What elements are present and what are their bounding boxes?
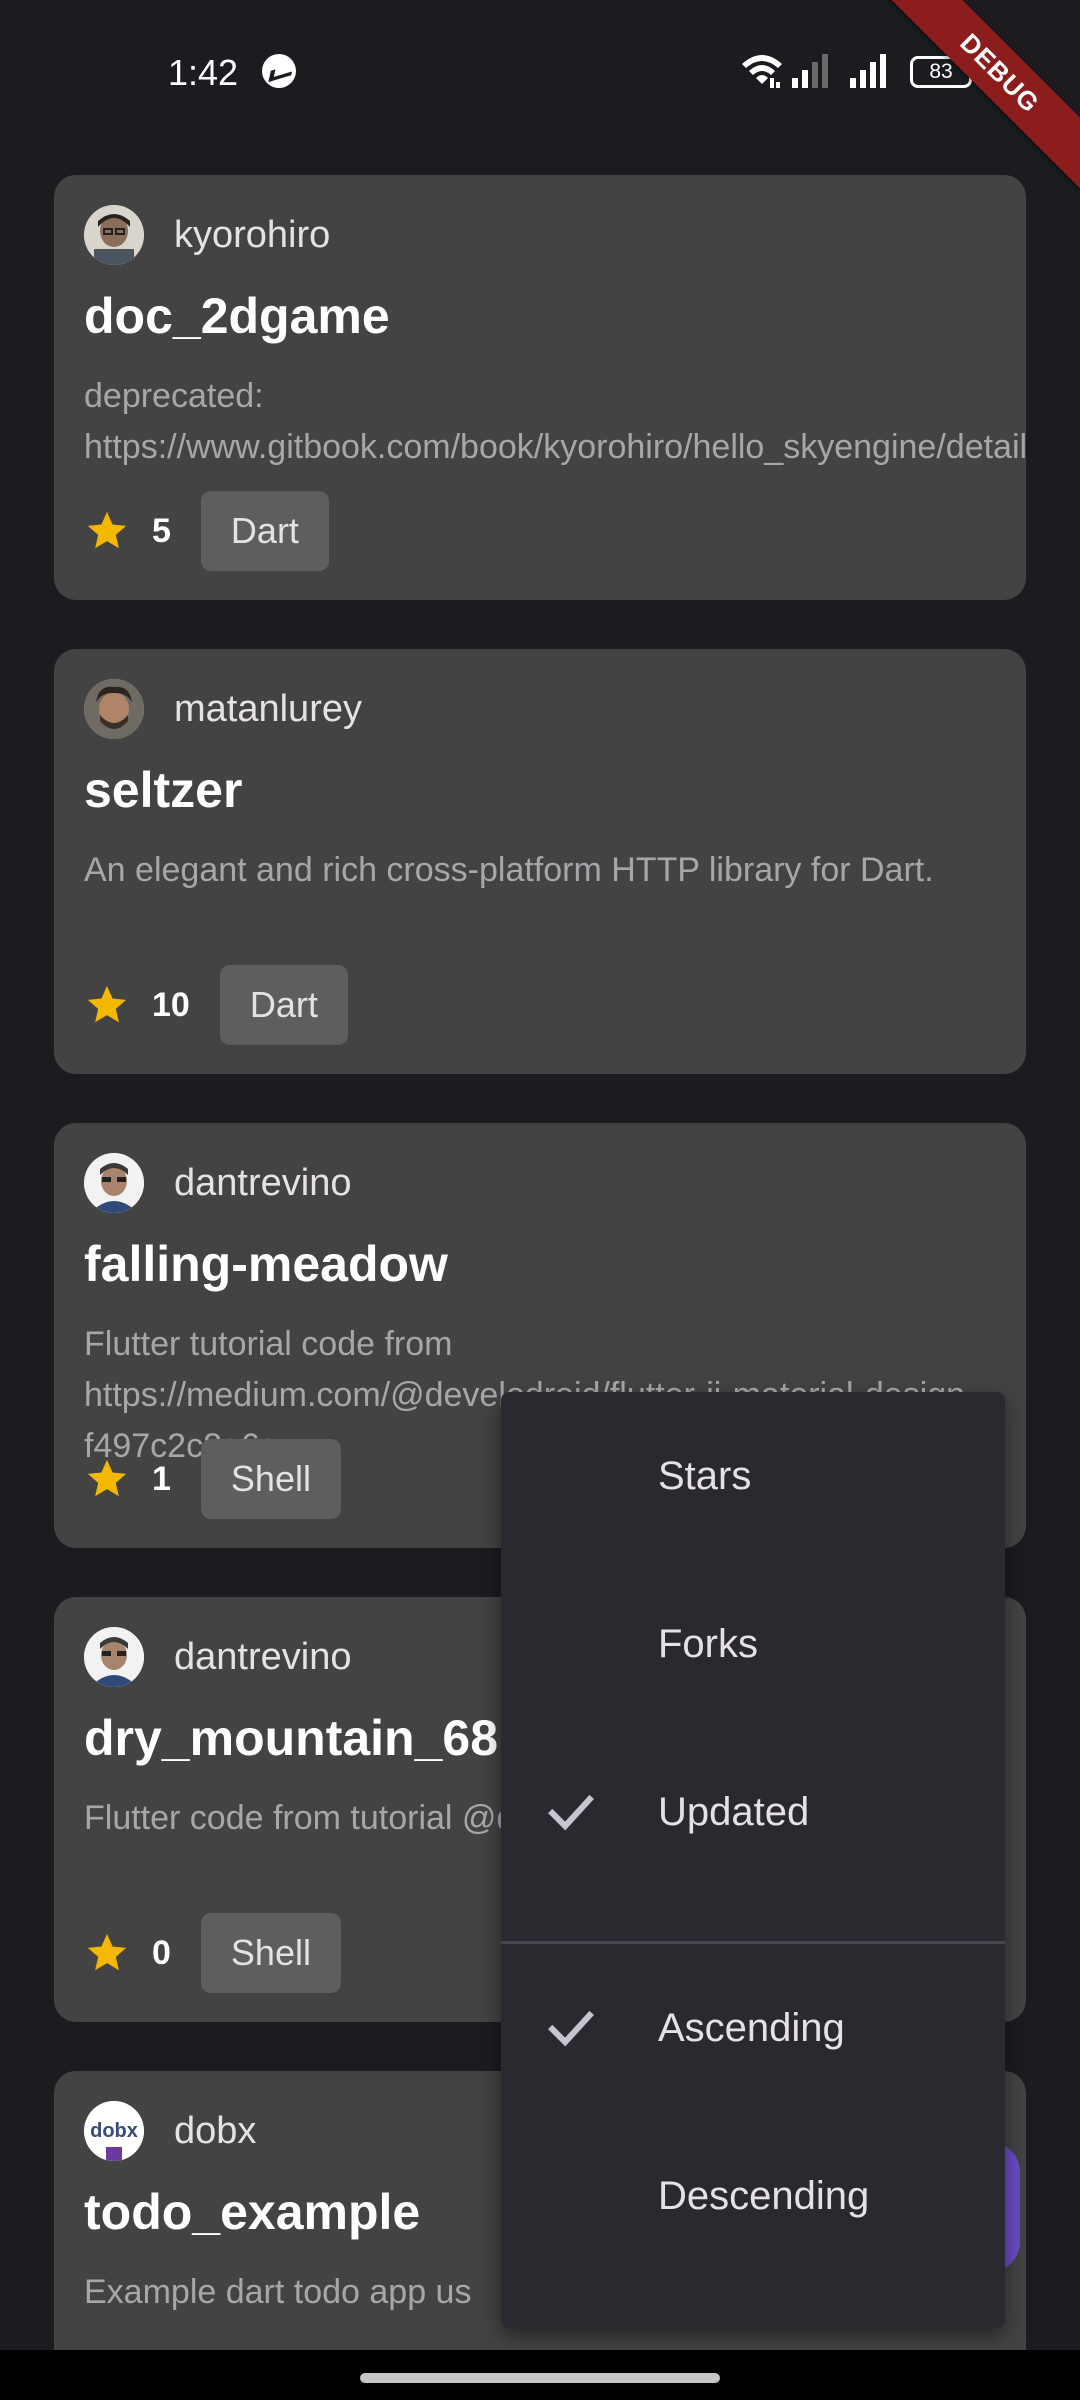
messenger-icon	[262, 54, 296, 88]
repo-description: An elegant and rich cross-platform HTTP …	[84, 851, 934, 889]
avatar	[84, 1627, 144, 1687]
owner-row: dobx dobx	[84, 2101, 256, 2161]
menu-item-ascending[interactable]: Ascending	[501, 1944, 1005, 2112]
owner-name: dobx	[174, 2109, 257, 2152]
star-icon	[87, 1933, 127, 1971]
menu-item-forks[interactable]: Forks	[501, 1560, 1005, 1728]
repo-meta: 10 Dart	[84, 965, 348, 1045]
repo-meta: 5 Dart	[84, 491, 329, 571]
star-icon	[87, 985, 127, 1023]
owner-name: matanlurey	[174, 687, 362, 730]
menu-item-stars[interactable]: Stars	[501, 1392, 1005, 1560]
menu-item-updated[interactable]: Updated	[501, 1728, 1005, 1896]
language-chip: Dart	[200, 491, 329, 571]
cellular-signal-icon	[792, 54, 828, 88]
star-count: 5	[152, 511, 171, 550]
star-count: 1	[152, 1459, 171, 1498]
repo-name: falling-meadow	[84, 1236, 448, 1292]
check-icon	[548, 2010, 594, 2047]
avatar: dobx	[84, 2101, 144, 2161]
language-chip: Shell	[200, 1913, 341, 1993]
owner-row: dantrevino	[84, 1627, 351, 1687]
owner-row: kyorohiro	[84, 205, 330, 265]
owner-row: matanlurey	[84, 679, 362, 739]
repo-name: seltzer	[84, 762, 243, 818]
wifi-icon	[742, 55, 782, 88]
menu-item-label: Forks	[658, 1622, 758, 1666]
language-chip: Shell	[200, 1439, 341, 1519]
repo-meta: 0 Shell	[84, 1913, 341, 1993]
repo-card[interactable]: kyorohiro doc_2dgame deprecated: https:/…	[54, 175, 1026, 600]
menu-item-label: Descending	[658, 2174, 870, 2218]
check-icon	[548, 1794, 594, 1831]
repo-name: dry_mountain_68	[84, 1710, 499, 1766]
repo-name: todo_example	[84, 2184, 421, 2240]
star-count: 0	[152, 1933, 171, 1972]
sort-menu: Stars Forks Updated Ascending Descending	[501, 1392, 1005, 2328]
owner-row: dantrevino	[84, 1153, 351, 1213]
menu-item-label: Updated	[658, 1790, 810, 1834]
repo-name: doc_2dgame	[84, 288, 390, 344]
owner-name: kyorohiro	[174, 213, 331, 256]
avatar	[84, 679, 144, 739]
cellular-signal-icon	[850, 54, 886, 88]
star-count: 10	[152, 985, 190, 1024]
repo-meta: 1 Shell	[84, 1439, 341, 1519]
status-time: 1:42	[168, 52, 239, 93]
svg-text:dobx: dobx	[90, 2120, 138, 2142]
home-indicator[interactable]	[360, 2373, 720, 2383]
repo-description: deprecated: https://www.gitbook.com/book…	[84, 377, 1026, 466]
menu-item-descending[interactable]: Descending	[501, 2112, 1005, 2280]
owner-name: dantrevino	[174, 1635, 352, 1678]
language-chip: Dart	[219, 965, 348, 1045]
owner-name: dantrevino	[174, 1161, 352, 1204]
menu-item-label: Stars	[658, 1454, 752, 1498]
star-icon	[87, 511, 127, 549]
avatar	[84, 205, 144, 265]
menu-item-label: Ascending	[658, 2006, 845, 2050]
repo-card[interactable]: matanlurey seltzer An elegant and rich c…	[54, 649, 1026, 1074]
star-icon	[87, 1459, 127, 1497]
avatar	[84, 1153, 144, 1213]
battery-level: 83	[929, 60, 953, 83]
